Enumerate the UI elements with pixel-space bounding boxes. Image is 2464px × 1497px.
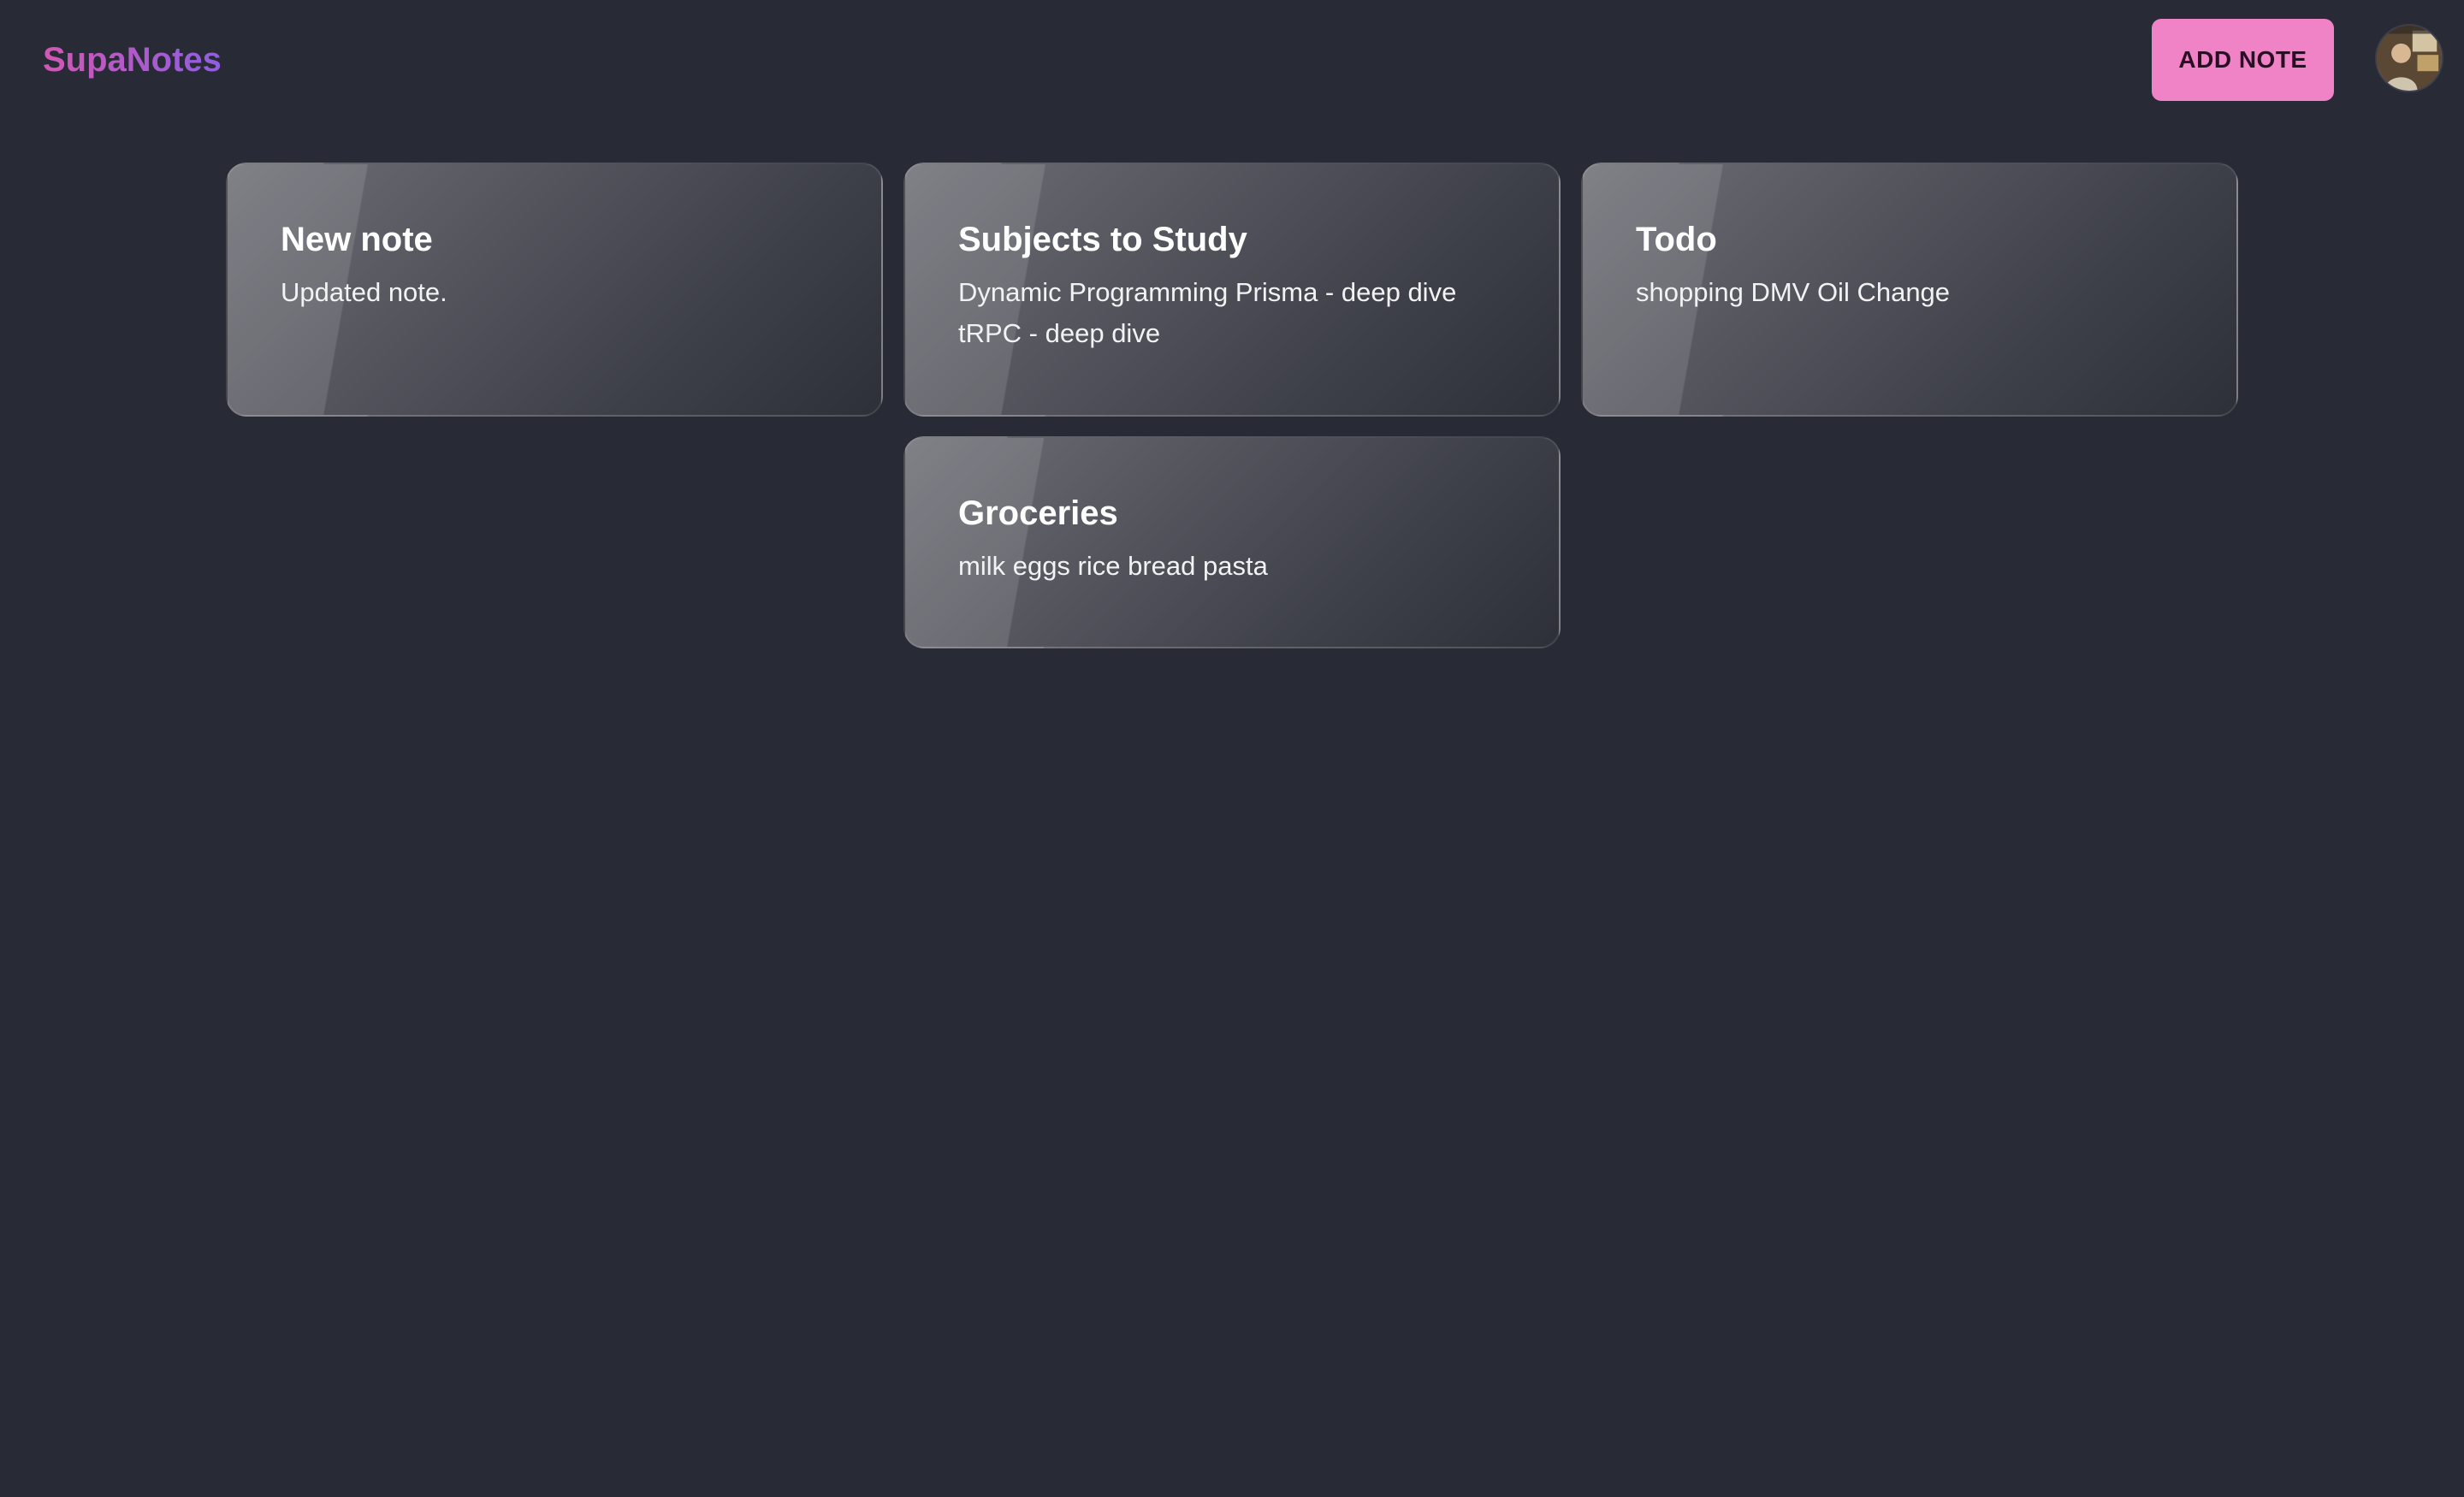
note-card[interactable]: New note Updated note. — [226, 163, 883, 417]
note-body: Updated note. — [281, 277, 447, 307]
note-title: Subjects to Study — [958, 221, 1247, 258]
top-navbar: SupaNotes ADD NOTE — [0, 0, 2464, 120]
note-title: Groceries — [958, 494, 1118, 532]
note-card[interactable]: Todo shopping DMV Oil Change — [1581, 163, 2238, 417]
note-body: Dynamic Programming Prisma - deep dive t… — [958, 277, 1457, 348]
user-avatar[interactable] — [2375, 24, 2443, 92]
note-card[interactable]: Subjects to Study Dynamic Programming Pr… — [903, 163, 1561, 417]
note-body: milk eggs rice bread pasta — [958, 551, 1268, 581]
add-note-button[interactable]: ADD NOTE — [2152, 19, 2334, 101]
brand-logo[interactable]: SupaNotes — [43, 38, 222, 82]
note-body: shopping DMV Oil Change — [1636, 277, 1951, 307]
note-card[interactable]: Groceries milk eggs rice bread pasta — [903, 436, 1561, 648]
note-title: Todo — [1636, 221, 1717, 258]
note-title: New note — [281, 221, 433, 258]
avatar-photo-icon — [2377, 26, 2442, 91]
